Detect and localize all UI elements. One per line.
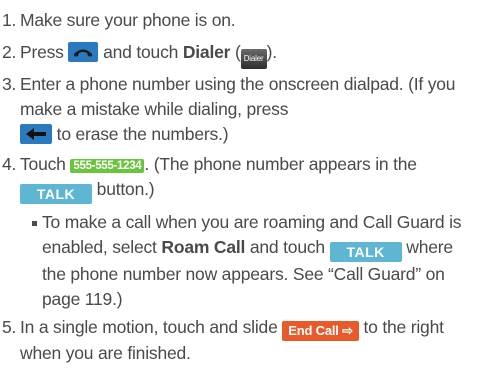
step-number: 3.	[2, 74, 17, 94]
step-text: Make sure your phone is on.	[20, 10, 236, 30]
step-number: 1.	[2, 10, 17, 30]
talk-button: TALK	[20, 184, 92, 204]
step-number: 4.	[2, 154, 17, 174]
step-number: 2.	[2, 42, 17, 62]
step-text: Press	[20, 42, 64, 62]
note-bullet: To make a call when you are roaming and …	[32, 210, 479, 312]
phone-handset-icon	[68, 42, 99, 62]
phone-number-pill: 555-555-1234	[70, 159, 145, 173]
talk-button: TALK	[329, 242, 402, 262]
step-5: 5. In a single motion, touch and slide E…	[0, 315, 479, 366]
dialer-label: Dialer	[182, 42, 231, 62]
step-text: to erase the numbers.)	[56, 124, 229, 144]
step-2: 2. Press and touch Dialer (Dialer).	[0, 40, 479, 69]
step-text: . (The phone number appears in the	[144, 154, 417, 174]
step-3: 3. Enter a phone number using the onscre…	[0, 72, 479, 147]
step-text: button.)	[96, 179, 155, 199]
backspace-arrow-icon	[20, 124, 52, 144]
paren: (	[234, 42, 241, 62]
step-text: Touch	[20, 154, 66, 174]
step-text: Enter a phone number using the onscreen …	[20, 74, 456, 119]
end-call-button: End Call ⇨	[282, 321, 359, 341]
note-text: and touch	[249, 237, 325, 257]
dialer-icon: Dialer	[240, 49, 267, 69]
roam-call-label: Roam Call	[161, 237, 246, 257]
step-text: In a single motion, touch and slide	[20, 317, 278, 337]
step-text: ).	[266, 42, 278, 62]
step-1: 1. Make sure your phone is on.	[0, 8, 479, 33]
step-text: and touch	[103, 42, 179, 62]
bullet-square-icon	[32, 221, 37, 226]
step-4: 4. Touch 555-555-1234. (The phone number…	[0, 152, 479, 204]
step-number: 5.	[2, 317, 17, 337]
